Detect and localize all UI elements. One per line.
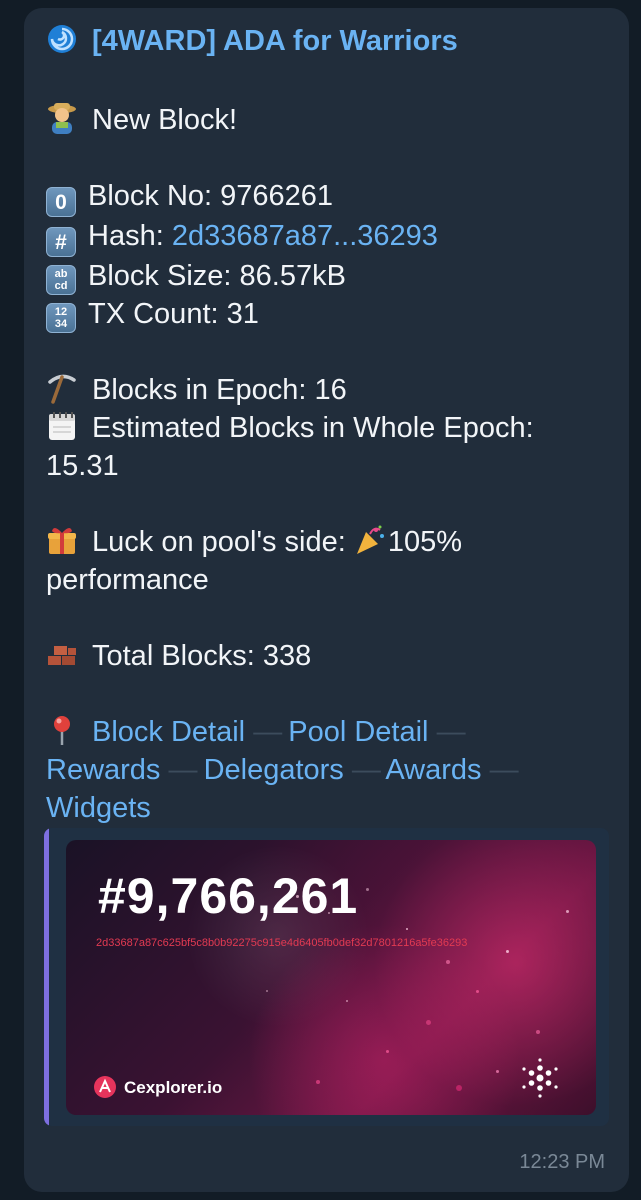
message-timestamp: 12:23 PM [519, 1151, 605, 1173]
tx-count-line: 12 34 TX Count: 31 [46, 295, 606, 333]
abcd-icon: ab cd [46, 265, 76, 295]
hash-line: # Hash: 2d33687a87...36293 [46, 217, 606, 257]
total-blocks-text: Total Blocks: 338 [92, 640, 312, 672]
pool-detail-link[interactable]: Pool Detail [288, 716, 428, 748]
cexplorer-logo: Cexplorer.io [94, 1076, 222, 1099]
luck-text: Luck on pool's side: [92, 526, 354, 558]
block-hash: 2d33687a87c625bf5c8b0b92275c915e4d6405fb… [96, 937, 468, 949]
tx-count-text: TX Count: 31 [88, 298, 259, 330]
block-no-line: 0 Block No: 9766261 [46, 177, 606, 217]
link-separator: — [351, 754, 381, 786]
estimated-blocks-text: Estimated Blocks in Whole Epoch: [92, 412, 534, 444]
block-number: #9,766,261 [98, 868, 359, 924]
bricks-icon [46, 638, 80, 670]
cardano-icon [522, 1058, 558, 1098]
block-detail-link[interactable]: Block Detail [92, 716, 245, 748]
rewards-link[interactable]: Rewards [46, 754, 160, 786]
hash-link[interactable]: 2d33687a87...36293 [172, 220, 438, 252]
blocks-in-epoch-line: Blocks in Epoch: 16 [46, 371, 606, 409]
cexplorer-site: Cexplorer.io [124, 1078, 223, 1097]
calendar-icon [46, 410, 80, 442]
block-preview-image[interactable]: #9,766,261 2d33687a87c625bf5c8b0b92275c9… [66, 840, 596, 1115]
hash-label: Hash: [88, 220, 172, 252]
link-separator: — [168, 754, 198, 786]
blocks-in-epoch-text: Blocks in Epoch: 16 [92, 374, 347, 406]
delegators-link[interactable]: Delegators [204, 754, 344, 786]
link-separator: — [253, 716, 282, 748]
cyclone-icon [46, 23, 80, 55]
party-popper-icon [354, 524, 388, 556]
luck-line: Luck on pool's side: 105% [46, 523, 606, 561]
link-separator: — [489, 754, 519, 786]
1234-icon: 12 34 [46, 303, 76, 333]
farmer-icon [46, 100, 80, 134]
channel-title-line[interactable]: [4WARD] ADA for Warriors [46, 20, 606, 62]
pick-icon [46, 372, 80, 404]
awards-link[interactable]: Awards [385, 754, 481, 786]
total-blocks-line: Total Blocks: 338 [46, 637, 606, 675]
estimated-blocks-line: Estimated Blocks in Whole Epoch: [46, 409, 606, 447]
links-line-2: Rewards — Delegators — Awards — [46, 751, 606, 789]
block-no-text: Block No: 9766261 [88, 180, 334, 212]
estimated-blocks-value-line: 15.31 [46, 447, 606, 485]
luck-percentage: 105% [387, 526, 463, 558]
round-pushpin-icon [46, 714, 80, 746]
keycap-0-icon: 0 [46, 187, 76, 217]
new-block-text: New Block! [92, 104, 238, 136]
message-text: [4WARD] ADA for Warriors New Block! 0 Blo… [46, 20, 606, 827]
cexplorer-logo-icon [94, 1076, 116, 1098]
channel-title[interactable]: [4WARD] ADA for Warriors [92, 25, 458, 57]
luck-performance: performance [46, 564, 209, 596]
links-line-1: Block Detail — Pool Detail — [46, 713, 606, 751]
widgets-link[interactable]: Widgets [46, 792, 151, 824]
new-block-line: New Block! [46, 100, 606, 139]
link-separator: — [436, 716, 466, 748]
block-size-text: Block Size: 86.57kB [88, 260, 346, 292]
luck-line-2: performance [46, 561, 606, 599]
gift-icon [46, 524, 80, 556]
block-size-line: ab cd Block Size: 86.57kB [46, 257, 606, 295]
keycap-hash-icon: # [46, 227, 76, 257]
links-line-3: Widgets [46, 789, 606, 827]
estimated-blocks-value: 15.31 [46, 450, 119, 482]
preview-accent-bar [44, 828, 49, 1126]
link-preview[interactable]: #9,766,261 2d33687a87c625bf5c8b0b92275c9… [44, 828, 609, 1126]
